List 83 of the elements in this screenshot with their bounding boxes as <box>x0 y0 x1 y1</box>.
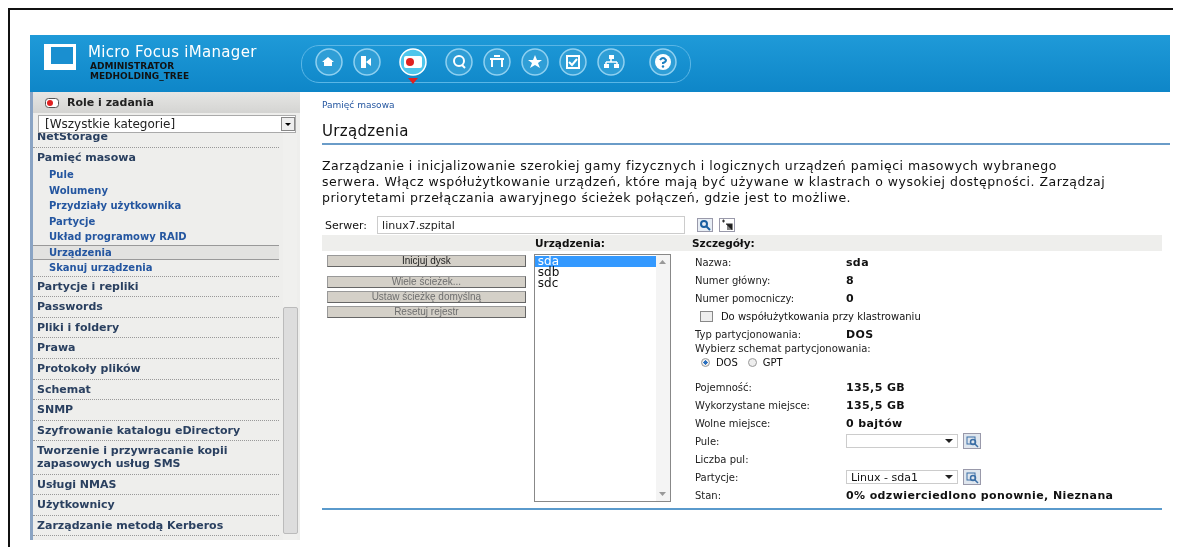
exit-icon[interactable] <box>351 48 383 76</box>
action-button[interactable]: Inicjuj dysk <box>327 255 526 267</box>
desk-icon[interactable] <box>481 48 513 76</box>
help-icon[interactable] <box>647 48 679 76</box>
logo-icon <box>42 42 78 72</box>
task-link[interactable]: Pule <box>33 167 279 183</box>
field-label: Numer pomocniczy: <box>694 292 796 304</box>
scroll-up-icon[interactable] <box>659 260 667 264</box>
field-value: sda <box>845 255 869 269</box>
home-icon[interactable] <box>313 48 345 76</box>
radio-label: GPT <box>762 357 783 368</box>
app-title: Micro Focus iManager <box>88 44 258 61</box>
field-label: Wykorzystane miejsce: <box>694 399 811 411</box>
category-item[interactable]: Usługi NMAS <box>33 474 279 495</box>
sidebar-title: Role i zadania <box>67 96 154 109</box>
field-value: DOS <box>845 327 874 341</box>
task-link[interactable]: Partycje <box>33 213 279 230</box>
search-icon[interactable] <box>697 218 714 232</box>
category-dropdown[interactable]: [Wszystkie kategorie] <box>38 115 296 133</box>
column-header: Urządzenia: <box>535 237 606 249</box>
field-value: 135,5 GB <box>845 398 906 412</box>
radio-button[interactable] <box>747 358 757 367</box>
category-item[interactable]: Protokoły plików <box>33 359 279 379</box>
dropdown[interactable]: Linux - sda1 <box>845 470 958 484</box>
view-icon[interactable] <box>443 48 475 76</box>
category-item[interactable]: Tworzenie i przywracanie kopii zapasowych usług SMS <box>33 441 279 474</box>
field-label: Stan: <box>694 489 723 501</box>
category-item[interactable]: Pliki i foldery <box>33 317 279 338</box>
category-item[interactable]: Partycje i repliki <box>33 276 279 297</box>
category-item[interactable]: Passwords <box>33 297 279 317</box>
radio-label: DOS <box>715 357 738 368</box>
column-header: Szczegóły: <box>692 237 755 249</box>
field-label: Liczba pul: <box>694 453 750 465</box>
caret-icon <box>944 475 953 479</box>
hierarchy-icon[interactable] <box>595 48 627 76</box>
category-item[interactable]: Użytkownicy <box>33 495 279 515</box>
field-value: 0 <box>845 291 854 305</box>
description-text: Zarządzanie i inicjalizowanie szerokiej gamy fizycznych i logicznych urządzeń pamięci masowych wybranego serwera. Włącz współużytkowanie urządzeń, które mają być używane w klastrach o wysokiej dostępności. Zarządzaj priorytetami przełączania awaryjnego ścieżek połączeń, gdzie jest to możliwe. <box>322 158 1107 206</box>
category-item[interactable]: Prawa <box>33 338 279 359</box>
page-title: Urządzenia <box>322 122 1170 145</box>
field-label: Pojemność: <box>694 381 753 393</box>
tree-name: MEDHOLDING_TREE <box>90 71 191 81</box>
task-link[interactable]: Wolumeny <box>33 182 279 199</box>
category-item[interactable]: Szyfrowanie katalogu eDirectory <box>33 420 279 441</box>
server-field[interactable]: linux7.szpital <box>377 216 686 234</box>
field-label: Wolne miejsce: <box>694 417 772 429</box>
field-value: 135,5 GB <box>845 380 906 394</box>
field-label: Partycje: <box>694 471 740 483</box>
checkbox-label: Do współużytkowania przy klastrowaniu <box>720 310 921 322</box>
scroll-down-icon[interactable] <box>659 492 667 496</box>
dropdown-icon <box>281 117 295 131</box>
category-item[interactable]: Schemat <box>33 379 279 400</box>
object-browser-icon[interactable] <box>719 218 736 232</box>
breadcrumb-link[interactable]: Pamięć masowa <box>322 100 1170 110</box>
caret-icon <box>944 439 953 443</box>
field-value: 0% odzwierciedlono ponownie, Nieznana <box>845 488 1114 502</box>
scroll-thumb[interactable] <box>283 307 298 534</box>
checklist-icon[interactable] <box>557 48 589 76</box>
field-value: 8 <box>845 273 854 287</box>
task-link[interactable]: Urządzenia <box>33 244 279 261</box>
field-label: Wybierz schemat partycjonowania: <box>694 343 871 354</box>
device-item[interactable]: sdb <box>534 267 656 278</box>
field-label: Numer główny: <box>694 274 772 286</box>
device-list[interactable]: sda sdb sdc <box>533 254 671 502</box>
category-item[interactable]: Zarządzanie metodą Kerberos <box>33 515 279 536</box>
task-link[interactable]: Przydziały użytkownika <box>33 198 279 214</box>
radio-button[interactable] <box>700 358 710 367</box>
category-item[interactable]: Pamięć masowa <box>33 147 279 168</box>
field-value: 0 bajtów <box>845 416 903 430</box>
task-link[interactable]: Skanuj urządzenia <box>33 260 279 276</box>
caret-icon <box>408 78 418 84</box>
checkbox[interactable] <box>699 310 713 322</box>
device-item[interactable]: sdc <box>534 278 656 289</box>
field-label: Nazwa: <box>694 256 733 268</box>
field-label: Pule: <box>694 435 721 447</box>
server-label: Serwer: <box>325 218 368 232</box>
field-label: Typ partycjonowania: <box>694 328 803 340</box>
scrollbar[interactable] <box>655 255 670 501</box>
roles-icon[interactable] <box>397 48 429 76</box>
roles-icon <box>45 97 59 108</box>
category-item[interactable]: SNMP <box>33 400 279 420</box>
user-name: ADMINISTRATOR <box>90 61 176 71</box>
task-link[interactable]: Układ programowy RAID <box>33 229 279 245</box>
